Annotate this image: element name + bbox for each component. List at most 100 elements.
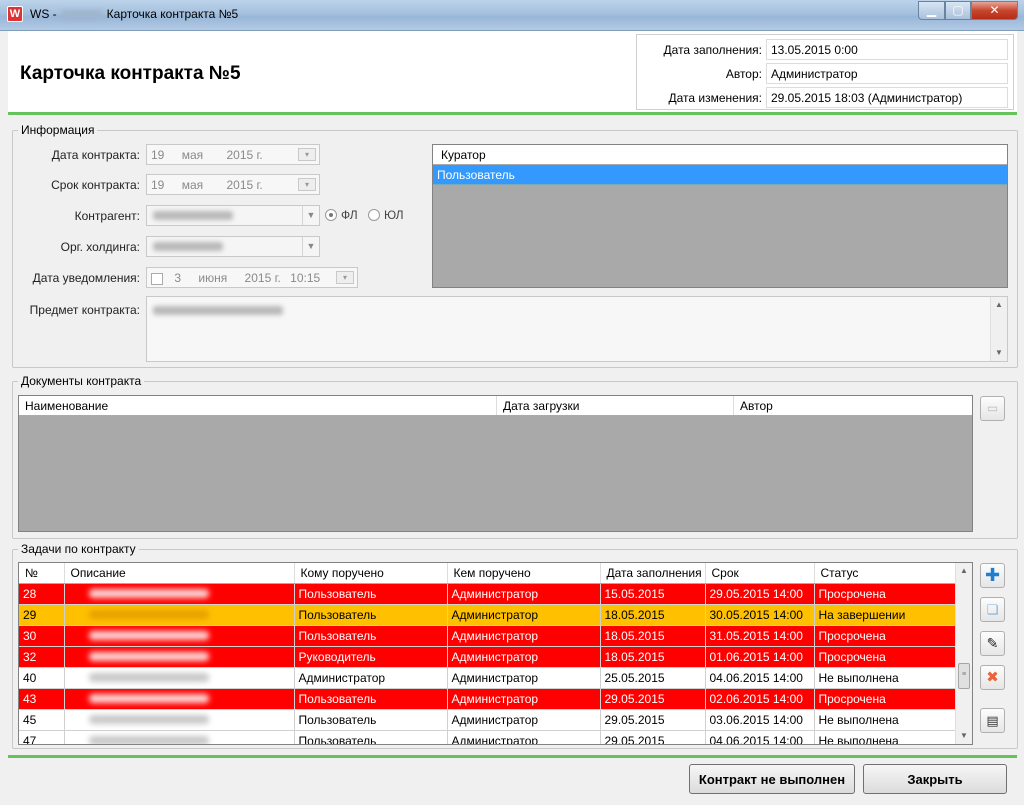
page-title: Карточка контракта №5 xyxy=(20,63,241,84)
task-assigned-to: Пользователь xyxy=(294,730,448,744)
tasks-col-assigned-to[interactable]: Кому поручено xyxy=(294,563,448,584)
task-status: Просрочена xyxy=(814,646,958,668)
task-status: Просрочена xyxy=(814,625,958,647)
contract-failed-button[interactable]: Контракт не выполнен xyxy=(689,764,855,794)
task-assigned-to: Руководитель xyxy=(294,646,448,668)
task-due: 03.06.2015 14:00 xyxy=(705,709,815,731)
calendar-dropdown-icon[interactable]: ▾ xyxy=(298,148,316,161)
copy-task-button[interactable]: ❏ xyxy=(980,597,1005,622)
fill-date-field[interactable]: 13.05.2015 0:00 xyxy=(766,39,1008,60)
calendar-dropdown-icon[interactable]: ▾ xyxy=(336,271,354,284)
task-description xyxy=(64,583,295,605)
contract-term-picker[interactable]: 19 мая 2015 г. ▾ xyxy=(146,174,320,195)
task-assigned-by: Администратор xyxy=(447,688,601,710)
scroll-thumb[interactable]: ≡ xyxy=(958,663,970,689)
contract-term-month: мая xyxy=(181,178,204,192)
table-row[interactable]: 43 Пользователь Администратор 29.05.2015 02.… xyxy=(19,688,958,710)
close-window-button[interactable]: ✕ xyxy=(971,1,1018,20)
author-field[interactable]: Администратор xyxy=(766,63,1008,84)
holding-combo[interactable]: ▼ xyxy=(146,236,320,257)
close-button[interactable]: Закрыть xyxy=(863,764,1007,794)
meta-fill-date-row: Дата заполнения: 13.05.2015 0:00 xyxy=(637,39,1015,61)
tasks-col-assigned-by[interactable]: Кем поручено xyxy=(447,563,601,584)
task-description xyxy=(64,709,295,731)
table-row[interactable]: 29 Пользователь Администратор 18.05.2015 30.… xyxy=(19,604,958,626)
document-icon: ▤ xyxy=(986,713,999,728)
notify-date-label: Дата уведомления: xyxy=(32,271,140,285)
radio-ul-dot[interactable] xyxy=(368,209,380,221)
tasks-col-status[interactable]: Статус xyxy=(814,563,958,584)
radio-ul[interactable]: ЮЛ xyxy=(368,208,403,222)
documents-grid[interactable]: Наименование Дата загрузки Автор xyxy=(18,395,973,532)
scroll-down-icon[interactable]: ▼ xyxy=(991,345,1007,361)
task-num: 43 xyxy=(19,688,65,710)
notify-date-picker[interactable]: 3 июня 2015 г. 10:15 ▾ xyxy=(146,267,358,288)
scroll-down-icon[interactable]: ▼ xyxy=(956,728,972,744)
tasks-col-num[interactable]: № xyxy=(19,563,65,584)
folder-open-button[interactable]: ▭ xyxy=(980,396,1005,421)
tasks-col-due[interactable]: Срок xyxy=(705,563,815,584)
notify-date-year: 2015 г. xyxy=(244,271,281,285)
task-num: 28 xyxy=(19,583,65,605)
notify-date-checkbox[interactable] xyxy=(151,272,163,285)
report-button[interactable]: ▤ xyxy=(980,708,1005,733)
delete-x-icon: ✖ xyxy=(986,669,999,686)
curator-grid-header: Куратор xyxy=(433,145,1007,165)
delete-task-button[interactable]: ✖ xyxy=(980,665,1005,690)
subject-textarea[interactable]: ▲ ▼ xyxy=(146,296,1008,362)
table-row[interactable]: 45 Пользователь Администратор 29.05.2015 03.… xyxy=(19,709,958,731)
chevron-down-icon[interactable]: ▼ xyxy=(302,206,319,225)
subject-scrollbar[interactable]: ▲ ▼ xyxy=(990,297,1007,361)
task-fill-date: 29.05.2015 xyxy=(600,730,706,744)
table-row[interactable]: 40 Администратор Администратор 25.05.2015 04… xyxy=(19,667,958,689)
task-fill-date: 25.05.2015 xyxy=(600,667,706,689)
task-status: Не выполнена xyxy=(814,730,958,744)
chevron-down-icon[interactable]: ▼ xyxy=(302,237,319,256)
window-app-prefix: WS - xyxy=(30,7,57,21)
radio-fl-dot[interactable] xyxy=(325,209,337,221)
documents-col-author[interactable]: Автор xyxy=(734,396,972,415)
task-fill-date: 29.05.2015 xyxy=(600,688,706,710)
radio-ul-label: ЮЛ xyxy=(384,208,404,222)
table-row[interactable]: 28 Пользователь Администратор 15.05.2015 29.… xyxy=(19,583,958,605)
task-description xyxy=(64,730,295,744)
edit-task-button[interactable]: ✎ xyxy=(980,631,1005,656)
tasks-col-description[interactable]: Описание xyxy=(64,563,295,584)
tasks-col-fill-date[interactable]: Дата заполнения xyxy=(600,563,706,584)
tasks-grid[interactable]: № Описание Кому поручено Кем поручено Да… xyxy=(18,562,973,745)
notify-date-time: 10:15 xyxy=(290,271,321,285)
scroll-up-icon[interactable]: ▲ xyxy=(991,297,1007,313)
task-fill-date: 15.05.2015 xyxy=(600,583,706,605)
task-num: 45 xyxy=(19,709,65,731)
maximize-button[interactable]: ▢ xyxy=(945,1,971,20)
task-assigned-by: Администратор xyxy=(447,583,601,605)
minimize-button[interactable]: ▁ xyxy=(918,1,945,20)
table-row[interactable]: 32 Руководитель Администратор 18.05.2015 01.… xyxy=(19,646,958,668)
table-row[interactable]: 30 Пользователь Администратор 18.05.2015 31.… xyxy=(19,625,958,647)
counterparty-combo[interactable]: ▼ xyxy=(146,205,320,226)
radio-fl[interactable]: ФЛ xyxy=(325,208,358,222)
documents-col-upload-date[interactable]: Дата загрузки xyxy=(497,396,734,415)
curator-grid[interactable]: Куратор Пользователь xyxy=(432,144,1008,288)
table-row[interactable]: 47 Пользователь Администратор 29.05.2015 04.… xyxy=(19,730,958,744)
info-group-title: Информация xyxy=(18,123,98,137)
tasks-scrollbar[interactable]: ▲ ≡ ▼ xyxy=(955,563,972,744)
counterparty-label: Контрагент: xyxy=(74,209,140,223)
documents-col-name[interactable]: Наименование xyxy=(19,396,497,415)
curator-row-selected[interactable]: Пользователь xyxy=(433,165,1007,185)
task-assigned-by: Администратор xyxy=(447,625,601,647)
title-bar[interactable]: W WS - Карточка контракта №5 ▁ ▢ ✕ xyxy=(0,0,1024,31)
tasks-table: № Описание Кому поручено Кем поручено Да… xyxy=(19,563,958,744)
footer-divider xyxy=(8,755,1017,758)
task-assigned-by: Администратор xyxy=(447,604,601,626)
add-task-button[interactable]: ✚ xyxy=(980,563,1005,588)
scroll-up-icon[interactable]: ▲ xyxy=(956,563,972,579)
curator-column-header[interactable]: Куратор xyxy=(433,145,492,164)
documents-grid-header: Наименование Дата загрузки Автор xyxy=(19,396,972,416)
card-header: Карточка контракта №5 Дата заполнения: 1… xyxy=(8,31,1017,115)
change-date-field[interactable]: 29.05.2015 18:03 (Администратор) xyxy=(766,87,1008,108)
radio-fl-label: ФЛ xyxy=(341,208,358,222)
holding-label: Орг. холдинга: xyxy=(60,240,140,254)
contract-date-picker[interactable]: 19 мая 2015 г. ▾ xyxy=(146,144,320,165)
calendar-dropdown-icon[interactable]: ▾ xyxy=(298,178,316,191)
